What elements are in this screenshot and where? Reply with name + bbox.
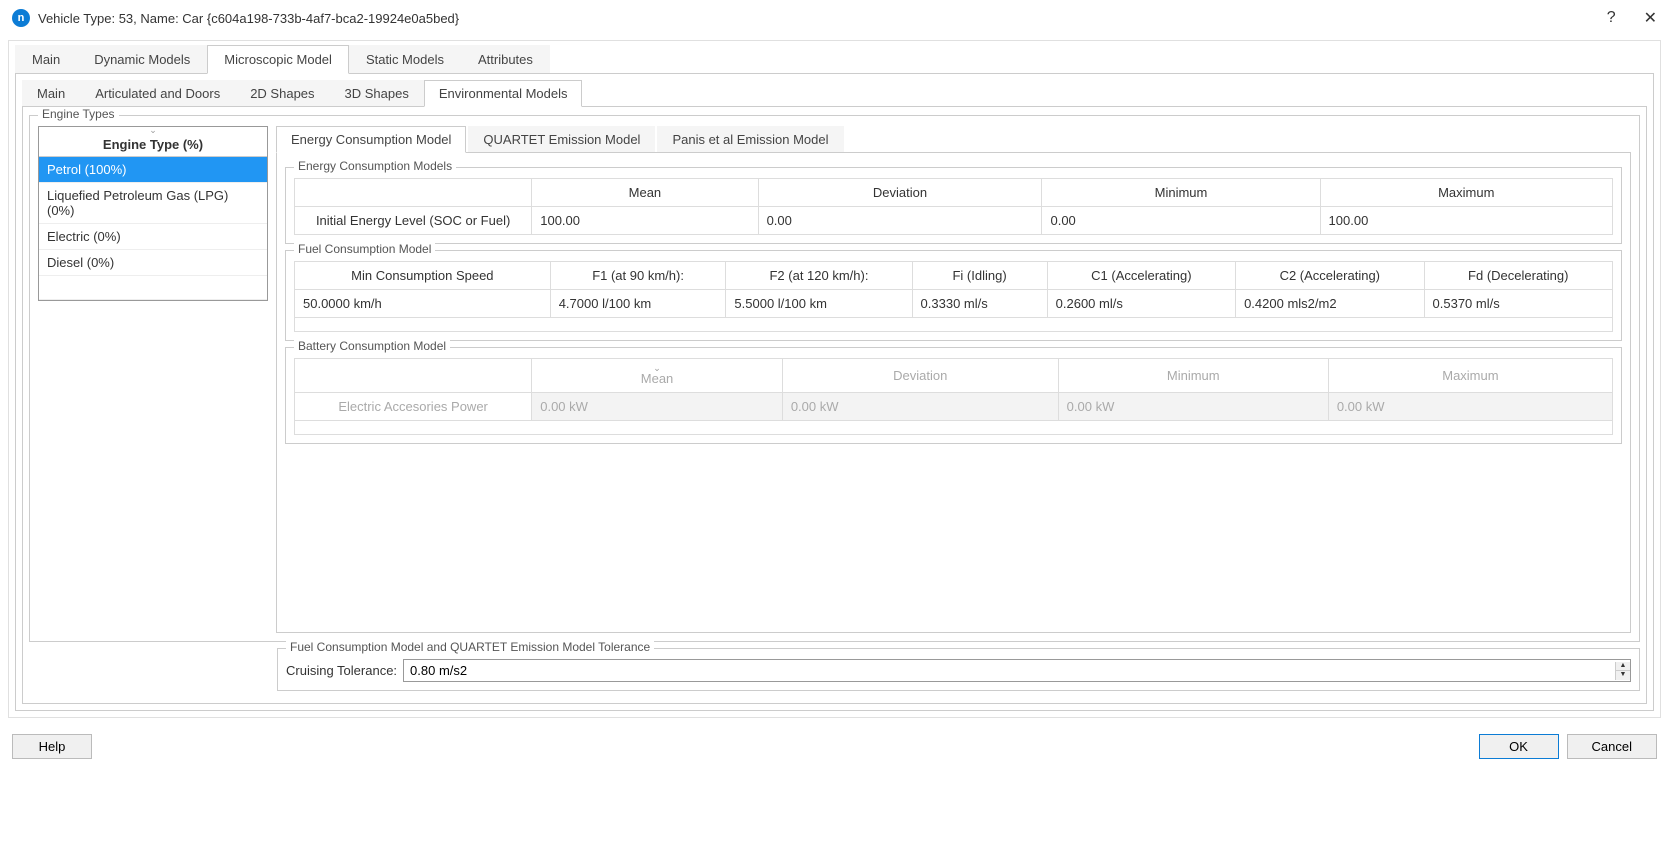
window-title: Vehicle Type: 53, Name: Car {c604a198-73… bbox=[38, 11, 1607, 26]
sub-tab-row: Main Articulated and Doors 2D Shapes 3D … bbox=[22, 80, 1647, 107]
col-mean: Mean bbox=[532, 179, 758, 207]
fuel-consumption-fieldset: Fuel Consumption Model Min Consumption S… bbox=[285, 250, 1622, 341]
fuel-consumption-table: Min Consumption Speed F1 (at 90 km/h): F… bbox=[294, 261, 1613, 332]
cell-f2[interactable]: 5.5000 l/100 km bbox=[726, 290, 912, 318]
cell-bat-mean: 0.00 kW bbox=[532, 393, 783, 421]
cruising-tolerance-field[interactable] bbox=[404, 660, 1615, 681]
battery-consumption-legend: Battery Consumption Model bbox=[294, 339, 450, 353]
col-fd: Fd (Decelerating) bbox=[1424, 262, 1612, 290]
engine-type-list[interactable]: ⌄ Engine Type (%) Petrol (100%) Liquefie… bbox=[38, 126, 268, 301]
modeltab-energy[interactable]: Energy Consumption Model bbox=[276, 126, 466, 153]
engine-row-diesel[interactable]: Diesel (0%) bbox=[39, 250, 267, 276]
energy-consumption-table: Mean Deviation Minimum Maximum Initial E… bbox=[294, 178, 1613, 235]
cell-min-cons-speed[interactable]: 50.0000 km/h bbox=[295, 290, 551, 318]
col-deviation: Deviation bbox=[758, 179, 1042, 207]
cell-bat-minimum: 0.00 kW bbox=[1058, 393, 1328, 421]
subtab-3d-shapes[interactable]: 3D Shapes bbox=[330, 80, 424, 106]
ok-button[interactable]: OK bbox=[1479, 734, 1559, 759]
tolerance-legend: Fuel Consumption Model and QUARTET Emiss… bbox=[286, 640, 654, 654]
cruising-tolerance-label: Cruising Tolerance: bbox=[286, 663, 397, 678]
cell-bat-maximum: 0.00 kW bbox=[1328, 393, 1612, 421]
subtab-2d-shapes[interactable]: 2D Shapes bbox=[235, 80, 329, 106]
main-tab-row: Main Dynamic Models Microscopic Model St… bbox=[15, 45, 1654, 74]
subtab-environmental-models[interactable]: Environmental Models bbox=[424, 80, 583, 107]
model-tab-row: Energy Consumption Model QUARTET Emissio… bbox=[276, 126, 1631, 153]
engine-type-header: Engine Type (%) bbox=[39, 133, 267, 157]
cell-bat-deviation: 0.00 kW bbox=[782, 393, 1058, 421]
engine-row-electric[interactable]: Electric (0%) bbox=[39, 224, 267, 250]
subtab-articulated[interactable]: Articulated and Doors bbox=[80, 80, 235, 106]
cell-energy-deviation[interactable]: 0.00 bbox=[758, 207, 1042, 235]
close-icon[interactable]: ✕ bbox=[1644, 8, 1657, 28]
col-bat-mean: Mean bbox=[641, 371, 674, 386]
col-min-cons-speed: Min Consumption Speed bbox=[295, 262, 551, 290]
help-icon[interactable]: ? bbox=[1607, 9, 1616, 27]
row-initial-energy: Initial Energy Level (SOC or Fuel) bbox=[295, 207, 532, 235]
fuel-consumption-legend: Fuel Consumption Model bbox=[294, 242, 435, 256]
tab-static-models[interactable]: Static Models bbox=[349, 45, 461, 73]
engine-row-blank bbox=[39, 276, 267, 300]
cell-energy-maximum[interactable]: 100.00 bbox=[1320, 207, 1612, 235]
cell-f1[interactable]: 4.7000 l/100 km bbox=[550, 290, 726, 318]
subtab-main[interactable]: Main bbox=[22, 80, 80, 106]
col-bat-maximum: Maximum bbox=[1328, 359, 1612, 393]
modeltab-quartet[interactable]: QUARTET Emission Model bbox=[468, 126, 655, 152]
col-f2: F2 (at 120 km/h): bbox=[726, 262, 912, 290]
battery-consumption-table: ⌄Mean Deviation Minimum Maximum Electric… bbox=[294, 358, 1613, 435]
app-icon: n bbox=[12, 9, 30, 27]
col-f1: F1 (at 90 km/h): bbox=[550, 262, 726, 290]
tab-main[interactable]: Main bbox=[15, 45, 77, 73]
engine-types-legend: Engine Types bbox=[38, 107, 119, 121]
tab-attributes[interactable]: Attributes bbox=[461, 45, 550, 73]
help-button[interactable]: Help bbox=[12, 734, 92, 759]
cruising-tolerance-input[interactable]: ▲ ▼ bbox=[403, 659, 1631, 682]
tab-microscopic-model[interactable]: Microscopic Model bbox=[207, 45, 349, 74]
col-bat-minimum: Minimum bbox=[1058, 359, 1328, 393]
cell-energy-minimum[interactable]: 0.00 bbox=[1042, 207, 1320, 235]
col-bat-deviation: Deviation bbox=[782, 359, 1058, 393]
row-electric-accessories: Electric Accesories Power bbox=[295, 393, 532, 421]
tab-dynamic-models[interactable]: Dynamic Models bbox=[77, 45, 207, 73]
cancel-button[interactable]: Cancel bbox=[1567, 734, 1657, 759]
engine-row-petrol[interactable]: Petrol (100%) bbox=[39, 157, 267, 183]
cell-c1[interactable]: 0.2600 ml/s bbox=[1047, 290, 1235, 318]
cell-c2[interactable]: 0.4200 mls2/m2 bbox=[1236, 290, 1424, 318]
cell-fi[interactable]: 0.3330 ml/s bbox=[912, 290, 1047, 318]
cell-energy-mean[interactable]: 100.00 bbox=[532, 207, 758, 235]
modeltab-panis[interactable]: Panis et al Emission Model bbox=[657, 126, 843, 152]
spin-up-icon[interactable]: ▲ bbox=[1616, 662, 1630, 671]
engine-row-lpg[interactable]: Liquefied Petroleum Gas (LPG) (0%) bbox=[39, 183, 267, 224]
titlebar: n Vehicle Type: 53, Name: Car {c604a198-… bbox=[0, 0, 1669, 36]
col-maximum: Maximum bbox=[1320, 179, 1612, 207]
col-c1: C1 (Accelerating) bbox=[1047, 262, 1235, 290]
cell-fd[interactable]: 0.5370 ml/s bbox=[1424, 290, 1612, 318]
energy-consumption-legend: Energy Consumption Models bbox=[294, 159, 456, 173]
col-minimum: Minimum bbox=[1042, 179, 1320, 207]
battery-consumption-fieldset: Battery Consumption Model ⌄Mean Deviatio… bbox=[285, 347, 1622, 444]
tolerance-fieldset: Fuel Consumption Model and QUARTET Emiss… bbox=[277, 648, 1640, 691]
engine-types-fieldset: Engine Types ⌄ Engine Type (%) Petrol (1… bbox=[29, 115, 1640, 642]
col-c2: C2 (Accelerating) bbox=[1236, 262, 1424, 290]
spin-down-icon[interactable]: ▼ bbox=[1616, 671, 1630, 680]
footer: Help OK Cancel bbox=[0, 726, 1669, 767]
energy-consumption-fieldset: Energy Consumption Models Mean Deviation… bbox=[285, 167, 1622, 244]
col-fi: Fi (Idling) bbox=[912, 262, 1047, 290]
